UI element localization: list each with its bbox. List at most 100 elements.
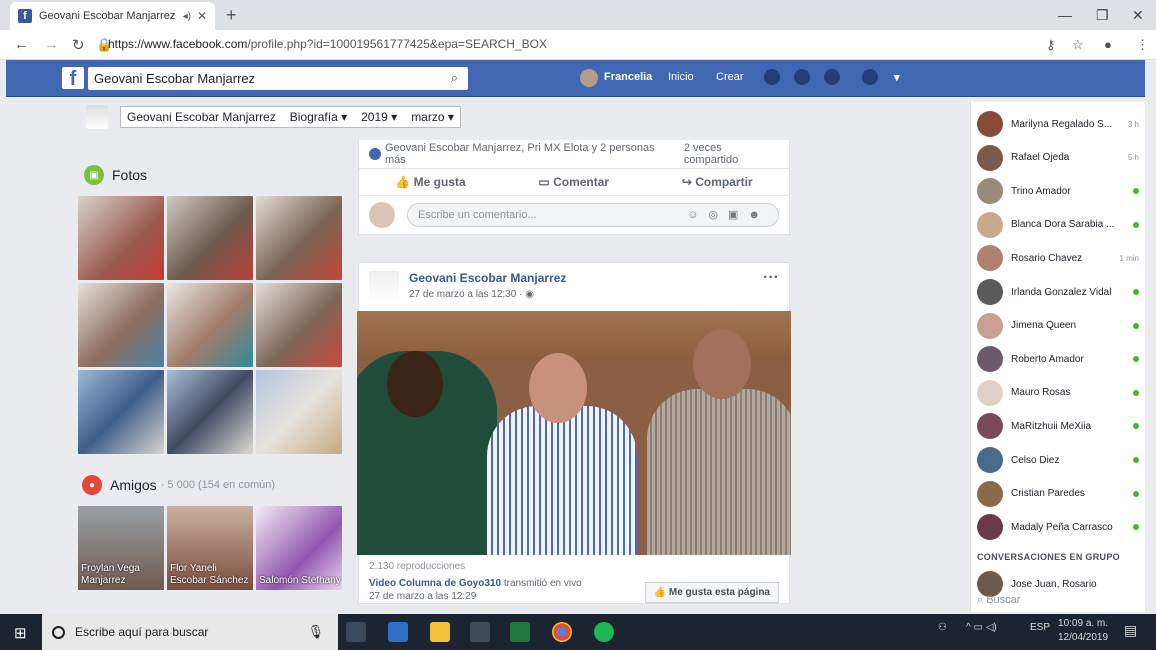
- facebook-search-input[interactable]: Geovani Escobar Manjarrez ⌕: [88, 67, 468, 90]
- close-window-icon[interactable]: ✕: [1132, 7, 1144, 24]
- browser-tab[interactable]: f Geovani Escobar Manjarrez ◂) ✕: [10, 2, 215, 30]
- reload-icon[interactable]: ↻: [72, 36, 85, 54]
- clock[interactable]: 10:09 a. m. 12/04/2019: [1058, 617, 1108, 645]
- comment-input[interactable]: Escribe un comentario... ☺◎▣☻: [407, 203, 779, 227]
- photo-thumbnail[interactable]: [78, 283, 164, 367]
- friends-count: · 5 000 (154 en común): [160, 479, 276, 491]
- create-link[interactable]: Crear: [716, 71, 744, 83]
- chat-contact[interactable]: Blanca Dora Sarabia ...: [977, 211, 1139, 239]
- chat-contact[interactable]: Jimena Queen: [977, 312, 1139, 340]
- search-icon[interactable]: ⌕: [451, 70, 458, 86]
- chrome-icon[interactable]: [552, 622, 572, 642]
- new-tab-button[interactable]: +: [226, 5, 237, 26]
- friend-tile[interactable]: Froylan Vega Manjarrez: [78, 506, 164, 590]
- chat-contact[interactable]: Irlanda Gonzalez Vidal: [977, 278, 1139, 306]
- chat-contact[interactable]: MaRitzhuii MeXiia: [977, 412, 1139, 440]
- tray-icons[interactable]: ^ ▭ ◁): [966, 622, 997, 633]
- chat-search-input[interactable]: ⌕ Buscar: [977, 594, 1020, 607]
- photo-thumbnail[interactable]: [167, 196, 253, 280]
- author-name[interactable]: Geovani Escobar Manjarrez: [409, 271, 566, 285]
- contact-avatar: [977, 245, 1003, 272]
- comment-button[interactable]: ▭ Comentar: [538, 175, 609, 189]
- chat-contact[interactable]: Rosario Chavez 1 min: [977, 244, 1139, 272]
- friend-tile[interactable]: Salomón Stefhany: [256, 506, 342, 590]
- chat-contact[interactable]: Trino Amador: [977, 177, 1139, 205]
- photo-thumbnail[interactable]: [256, 196, 342, 280]
- friend-requests-icon[interactable]: [764, 69, 780, 85]
- photo-thumbnail[interactable]: [78, 370, 164, 454]
- share-button[interactable]: ↪ Compartir: [682, 175, 753, 189]
- like-button[interactable]: 👍 Me gusta: [395, 175, 465, 189]
- task-view-icon[interactable]: [346, 622, 366, 642]
- profile-link[interactable]: Francelia: [604, 71, 652, 83]
- section-dropdown[interactable]: Biografía ▾: [290, 110, 347, 124]
- friends-header[interactable]: ● Amigos · 5 000 (154 en común): [82, 474, 343, 496]
- like-page-button[interactable]: 👍 Me gusta esta página: [644, 582, 779, 603]
- account-menu-icon[interactable]: ▾: [894, 71, 900, 84]
- windows-start-icon[interactable]: ⊞: [14, 624, 27, 642]
- edge-icon[interactable]: [388, 622, 408, 642]
- chat-contact[interactable]: Marilyna Regalado S... 3 h: [977, 110, 1139, 138]
- chat-contact[interactable]: Cristian Paredes: [977, 480, 1139, 508]
- url-field[interactable]: https://www.facebook.com/profile.php?id=…: [108, 37, 547, 51]
- close-tab-icon[interactable]: ✕: [197, 9, 207, 23]
- video-source-link[interactable]: Video Columna de Goyo310 transmitió en v…: [369, 578, 582, 589]
- contact-avatar: [977, 211, 1003, 238]
- language-indicator[interactable]: ESP: [1030, 622, 1050, 633]
- contact-avatar: [977, 279, 1003, 305]
- chat-contact[interactable]: Celso Diez: [977, 446, 1139, 474]
- post-time[interactable]: 27 de marzo a las 12:30 · ◉: [409, 289, 566, 300]
- user-avatar[interactable]: [580, 69, 598, 87]
- photo-thumbnail[interactable]: [256, 370, 342, 454]
- microphone-icon[interactable]: 🎙: [307, 624, 324, 640]
- contact-name: Madaly Peña Carrasco: [1011, 521, 1113, 533]
- online-status-icon: [1133, 457, 1139, 463]
- excel-icon[interactable]: [510, 622, 530, 642]
- friend-tile[interactable]: Flor Yaneli Escobar Sánchez: [167, 506, 253, 590]
- facebook-logo-icon[interactable]: f: [62, 67, 84, 89]
- video-player[interactable]: [357, 311, 791, 555]
- photo-thumbnail[interactable]: [167, 370, 253, 454]
- chat-contact[interactable]: Rafael Ojeda 5 h: [977, 144, 1139, 172]
- photo-thumbnail[interactable]: [256, 283, 342, 367]
- notifications-icon[interactable]: [824, 69, 840, 85]
- forward-icon[interactable]: →: [44, 36, 59, 53]
- contact-name: MaRitzhuii MeXiia: [1011, 420, 1092, 432]
- photo-thumbnail[interactable]: [167, 283, 253, 367]
- network-icon[interactable]: ⚇: [938, 622, 947, 633]
- person-right-figure: [647, 389, 791, 555]
- spotify-icon[interactable]: [594, 622, 614, 642]
- calculator-icon[interactable]: [470, 622, 490, 642]
- year-dropdown[interactable]: 2019 ▾: [361, 110, 397, 124]
- messenger-icon[interactable]: [794, 69, 810, 85]
- restore-icon[interactable]: ❐: [1096, 7, 1109, 24]
- chat-contact[interactable]: Mauro Rosas: [977, 379, 1139, 407]
- contact-name: Irlanda Gonzalez Vidal: [1011, 286, 1112, 298]
- photos-header[interactable]: ▣ Fotos: [84, 164, 343, 186]
- facebook-favicon-icon: f: [18, 9, 32, 23]
- author-avatar[interactable]: [369, 271, 399, 303]
- extension-icon[interactable]: ●: [1104, 37, 1112, 52]
- back-icon[interactable]: ←: [14, 36, 29, 53]
- minimize-icon[interactable]: —: [1058, 7, 1072, 23]
- home-link[interactable]: Inicio: [668, 71, 694, 83]
- more-options-icon[interactable]: ···: [763, 269, 779, 287]
- file-explorer-icon[interactable]: [430, 622, 450, 642]
- comment-attach-icons[interactable]: ☺◎▣☻: [687, 208, 770, 221]
- notifications-center-icon[interactable]: ▤: [1124, 622, 1137, 639]
- cortana-icon: [52, 625, 65, 639]
- taskbar-search-input[interactable]: Escribe aquí para buscar 🎙: [42, 614, 338, 650]
- month-dropdown[interactable]: marzo ▾: [411, 110, 454, 124]
- photo-thumbnail[interactable]: [78, 196, 164, 280]
- profile-thumbnail[interactable]: [86, 105, 108, 129]
- help-icon[interactable]: [862, 69, 878, 85]
- comment-composer: Escribe un comentario... ☺◎▣☻: [359, 196, 789, 234]
- menu-icon[interactable]: ⋮: [1136, 37, 1149, 53]
- profile-name-link[interactable]: Geovani Escobar Manjarrez: [127, 110, 276, 124]
- bookmark-star-icon[interactable]: ☆: [1072, 37, 1084, 53]
- video-time[interactable]: 27 de marzo a las 12:29: [369, 591, 582, 602]
- chat-contact[interactable]: Madaly Peña Carrasco: [977, 513, 1139, 541]
- chat-contact[interactable]: Roberto Amador: [977, 345, 1139, 373]
- key-icon[interactable]: ⚷: [1046, 37, 1056, 53]
- speaker-icon[interactable]: ◂): [183, 11, 191, 22]
